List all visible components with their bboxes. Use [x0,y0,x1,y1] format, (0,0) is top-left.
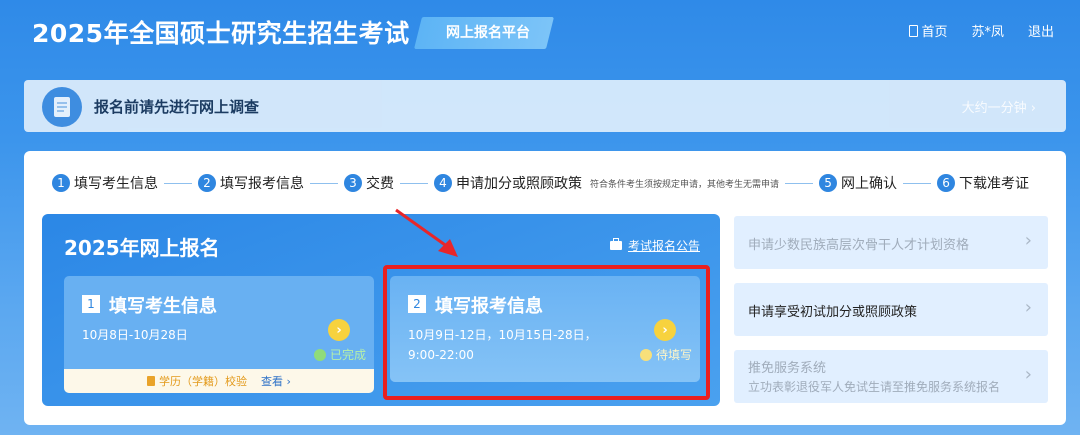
survey-scroll-icon [42,87,82,127]
platform-tag-label: 网上报名平台 [446,25,530,41]
step-number: 1 [52,174,70,192]
status-label: 已完成 [329,348,366,362]
verify-label-text: 学历（学籍）校验 [159,375,248,388]
step-5: 5 网上确认 [819,173,897,193]
side-item-label: 申请少数民族高层次骨干人才计划资格 [748,238,970,253]
status-completed: 已完成 [313,346,366,363]
card-candidate-info[interactable]: 1 填写考生信息 10月8日-10月28日 › 已完成 学历（学籍）校验 查看 … [64,276,374,393]
step-6: 6 下载准考证 [937,173,1029,193]
step-label: 交费 [366,176,394,192]
step-progress: 1 填写考生信息 2 填写报考信息 3 交费 4 申请加分或照顾政策 符合条件考… [52,173,1029,193]
step-number: 5 [819,174,838,192]
step-connector [164,182,192,184]
nav-home[interactable]: 首页 [909,21,947,40]
registration-title: 2025年网上报名 [64,236,220,260]
exam-notice-link[interactable]: 考试报名公告 [609,237,700,254]
step-connector [310,182,338,184]
chevron-right-icon: › [1024,297,1032,318]
nav-home-label: 首页 [921,25,948,40]
step-number: 6 [937,174,956,192]
step-number: 2 [198,174,216,192]
document-icon [147,376,156,386]
nav-logout[interactable]: 退出 [1028,21,1054,40]
survey-text: 报名前请先进行网上调查 [94,98,260,116]
education-verify-bar: 学历（学籍）校验 查看 › [64,369,374,393]
card-number: 1 [82,295,100,313]
red-arrow-annotation [395,208,458,257]
side-item-sub: 立功表彰退役军人免试生请至推免服务系统报名 [748,380,1001,394]
step-label: 填写报考信息 [220,176,304,192]
go-button[interactable]: › [328,319,350,341]
minority-program-item[interactable]: 申请少数民族高层次骨干人才计划资格 › [734,216,1048,269]
briefcase-icon [609,238,622,250]
verify-label: 学历（学籍）校验 [147,373,247,389]
step-label: 网上确认 [841,176,898,192]
step-label: 下载准考证 [959,176,1030,192]
step-2: 2 填写报考信息 [198,173,304,193]
verify-view-link[interactable]: 查看 › [261,373,291,389]
side-item-label: 申请享受初试加分或照顾政策 [748,305,918,320]
home-icon [909,24,919,37]
nav-user[interactable]: 苏*凤 [971,21,1004,40]
step-note: 符合条件考生须按规定申请，其他考生无需申请 [590,179,780,190]
recommend-system-item[interactable]: 推免服务系统 立功表彰退役军人免试生请至推免服务系统报名 › [734,350,1048,403]
survey-time-link[interactable]: 大约一分钟 › [962,97,1036,116]
top-nav: 首页 苏*凤 退出 [909,21,1054,40]
exam-notice-label: 考试报名公告 [627,239,700,253]
step-number: 4 [434,174,452,192]
step-label: 申请加分或照顾政策 [456,176,582,192]
step-connector [400,182,428,184]
step-label: 填写考生信息 [74,176,158,192]
highlight-box [383,265,710,400]
bonus-policy-item[interactable]: 申请享受初试加分或照顾政策 › [734,283,1048,336]
side-item-label: 推免服务系统 [748,361,827,376]
site-title: 2025年全国硕士研究生招生考试 [32,19,410,48]
step-number: 3 [344,174,362,192]
step-1: 1 填写考生信息 [52,173,158,193]
check-circle-icon [313,348,326,361]
chevron-right-icon: › [1024,364,1032,385]
step-3: 3 交费 [344,173,394,193]
card-title: 填写考生信息 [109,296,217,317]
step-connector [785,182,814,184]
card-date: 10月8日-10月28日 [82,328,188,342]
chevron-right-icon: › [1024,230,1032,251]
step-connector [903,182,932,184]
step-4: 4 申请加分或照顾政策 符合条件考生须按规定申请，其他考生无需申请 [434,173,779,193]
header: 2025年全国硕士研究生招生考试 网上报名平台 首页 苏*凤 退出 [0,0,1080,66]
survey-banner[interactable]: 报名前请先进行网上调查 大约一分钟 › [24,80,1066,132]
